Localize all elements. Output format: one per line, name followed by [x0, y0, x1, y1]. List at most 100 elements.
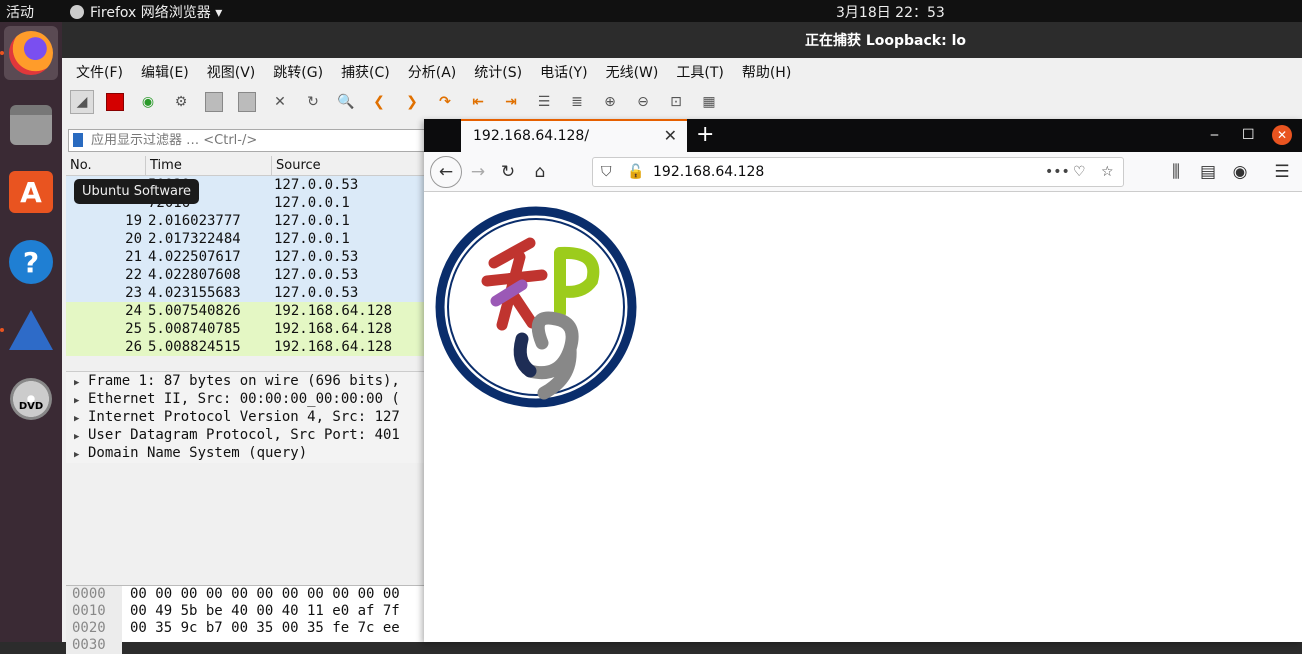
save-file-button[interactable]	[235, 90, 259, 114]
dock-help[interactable]: ?	[4, 235, 58, 289]
dock-files[interactable]	[4, 98, 58, 152]
detail-row[interactable]: ▶ Internet Protocol Version 4, Src: 127	[66, 408, 486, 426]
detail-row[interactable]: ▶ Frame 1: 87 bytes on wire (696 bits),	[66, 372, 486, 390]
url-bar[interactable]: ⛉ 🔓 192.168.64.128 ••• ♡ ☆	[592, 157, 1124, 187]
menu-analyze[interactable]: 分析(A)	[408, 62, 457, 82]
hex-row[interactable]: 0010 00 49 5b be 40 00 40 11 e0 af 7f	[66, 603, 486, 620]
new-tab-button[interactable]: +	[696, 122, 714, 147]
dock-firefox[interactable]	[4, 26, 58, 80]
reload-file-button[interactable]: ↻	[301, 90, 325, 114]
col-time[interactable]: Time	[146, 156, 272, 175]
firefox-icon	[9, 31, 53, 75]
dock-wireshark[interactable]	[4, 303, 58, 357]
app-menu-label: Firefox 网络浏览器 ▾	[90, 5, 223, 21]
tab-strip: 192.168.64.128/ ✕ + ‒ ☐ ✕	[424, 119, 1302, 152]
close-tab-icon[interactable]: ✕	[664, 121, 677, 151]
packet-bytes: 0000 00 00 00 00 00 00 00 00 00 00 00 0010…	[66, 585, 486, 654]
bookmark-star-icon[interactable]: ☆	[1101, 158, 1114, 186]
wireshark-title: 正在捕获 Loopback: lo	[62, 22, 1302, 58]
top-bar: 活动 Firefox 网络浏览器 ▾ 3月18日 22：53	[0, 0, 1302, 22]
packet-list-header: No. Time Source	[66, 156, 486, 176]
site-logo	[435, 206, 637, 408]
forward-button[interactable]: →	[466, 160, 490, 184]
menu-tools[interactable]: 工具(T)	[676, 62, 723, 82]
hex-offset: 0030	[66, 637, 122, 654]
restart-capture-button[interactable]: ◉	[136, 90, 160, 114]
dock-ubuntu-software[interactable]: A	[4, 165, 58, 219]
activities-button[interactable]: 活动	[6, 2, 34, 22]
packet-no: 21	[125, 249, 142, 265]
menu-icon[interactable]: ☰	[1270, 160, 1294, 184]
tab-active[interactable]: 192.168.64.128/ ✕	[461, 119, 687, 152]
find-packet-button[interactable]: 🔍	[334, 90, 358, 114]
account-icon[interactable]: ◉	[1228, 160, 1252, 184]
go-to-packet-button[interactable]: ↷	[433, 90, 457, 114]
hex-bytes: 00 00 00 00 00 00 00 00 00 00 00	[130, 586, 400, 602]
col-no[interactable]: No.	[66, 156, 146, 175]
library-icon[interactable]: ⫼	[1164, 160, 1188, 184]
menu-file[interactable]: 文件(F)	[76, 62, 123, 82]
menu-capture[interactable]: 捕获(C)	[341, 62, 390, 82]
packet-row[interactable]: 24 5.007540826 192.168.64.128	[66, 302, 486, 320]
resize-columns-button[interactable]: ▦	[697, 90, 721, 114]
dock-dvd[interactable]: DVD	[4, 372, 58, 426]
home-button[interactable]: ⌂	[528, 160, 552, 184]
detail-text: Domain Name System (query)	[88, 445, 308, 461]
insecure-lock-icon[interactable]: 🔓	[627, 158, 644, 186]
menu-view[interactable]: 视图(V)	[207, 62, 256, 82]
app-menu[interactable]: Firefox 网络浏览器 ▾	[70, 2, 222, 22]
window-close-button[interactable]: ✕	[1272, 125, 1292, 145]
packet-row[interactable]: 22 4.022807608 127.0.0.53	[66, 266, 486, 284]
pocket-icon[interactable]: ♡	[1073, 158, 1086, 186]
detail-row[interactable]: ▶ Domain Name System (query)	[66, 444, 486, 462]
normal-size-button[interactable]: ⊡	[664, 90, 688, 114]
packet-row[interactable]: 26 5.008824515 192.168.64.128	[66, 338, 486, 356]
start-capture-button[interactable]: ◢	[70, 90, 94, 114]
colorize-button[interactable]: ≣	[565, 90, 589, 114]
packet-time: 5.007540826	[148, 303, 241, 319]
next-packet-button[interactable]: ❯	[400, 90, 424, 114]
packet-row[interactable]: 23 4.023155683 127.0.0.53	[66, 284, 486, 302]
shield-icon[interactable]: ⛉	[601, 158, 612, 186]
capture-options-button[interactable]: ⚙	[169, 90, 193, 114]
packet-row[interactable]: 21 4.022507617 127.0.0.53	[66, 248, 486, 266]
menu-wireless[interactable]: 无线(W)	[606, 62, 659, 82]
detail-row[interactable]: ▶ User Datagram Protocol, Src Port: 401	[66, 426, 486, 444]
menu-telephony[interactable]: 电话(Y)	[540, 62, 587, 82]
zoom-out-button[interactable]: ⊖	[631, 90, 655, 114]
packet-row[interactable]: 19 2.016023777 127.0.0.1	[66, 212, 486, 230]
open-file-button[interactable]	[202, 90, 226, 114]
last-packet-button[interactable]: ⇥	[499, 90, 523, 114]
packet-row[interactable]: 20 2.017322484 127.0.0.1	[66, 230, 486, 248]
menu-edit[interactable]: 编辑(E)	[141, 62, 189, 82]
packet-row[interactable]: 25 5.008740785 192.168.64.128	[66, 320, 486, 338]
sidebar-icon[interactable]: ▤	[1196, 160, 1220, 184]
hex-row[interactable]: 0020 00 35 9c b7 00 35 00 35 fe 7c ee	[66, 620, 486, 637]
detail-text: Ethernet II, Src: 00:00:00_00:00:00 (	[88, 391, 400, 407]
prev-packet-button[interactable]: ❮	[367, 90, 391, 114]
hex-row[interactable]: 0000 00 00 00 00 00 00 00 00 00 00 00	[66, 586, 486, 603]
expand-icon[interactable]: ▶	[74, 446, 88, 464]
stop-capture-button[interactable]	[103, 90, 127, 114]
menu-help[interactable]: 帮助(H)	[742, 62, 791, 82]
maximize-button[interactable]: ☐	[1242, 119, 1255, 152]
minimize-button[interactable]: ‒	[1210, 119, 1219, 152]
autoscroll-button[interactable]: ☰	[532, 90, 556, 114]
hex-bytes	[122, 637, 130, 654]
packet-details: ▶ Frame 1: 87 bytes on wire (696 bits), ▶ E…	[66, 371, 486, 463]
hex-row[interactable]: 0030	[66, 637, 486, 654]
detail-row[interactable]: ▶ Ethernet II, Src: 00:00:00_00:00:00 (	[66, 390, 486, 408]
page-actions-icon[interactable]: •••	[1045, 158, 1070, 186]
packet-time: 2.016023777	[148, 213, 241, 229]
close-file-button[interactable]: ✕	[268, 90, 292, 114]
reload-button[interactable]: ↻	[496, 160, 520, 184]
back-button[interactable]: ←	[430, 156, 462, 188]
menu-go[interactable]: 跳转(G)	[273, 62, 323, 82]
clock[interactable]: 3月18日 22：53	[836, 2, 945, 22]
first-packet-button[interactable]: ⇤	[466, 90, 490, 114]
display-filter-input[interactable]: 应用显示过滤器 … <Ctrl-/>	[68, 129, 428, 152]
zoom-in-button[interactable]: ⊕	[598, 90, 622, 114]
packet-no: 22	[125, 267, 142, 283]
menu-statistics[interactable]: 统计(S)	[474, 62, 522, 82]
bookmark-icon[interactable]	[73, 133, 83, 147]
